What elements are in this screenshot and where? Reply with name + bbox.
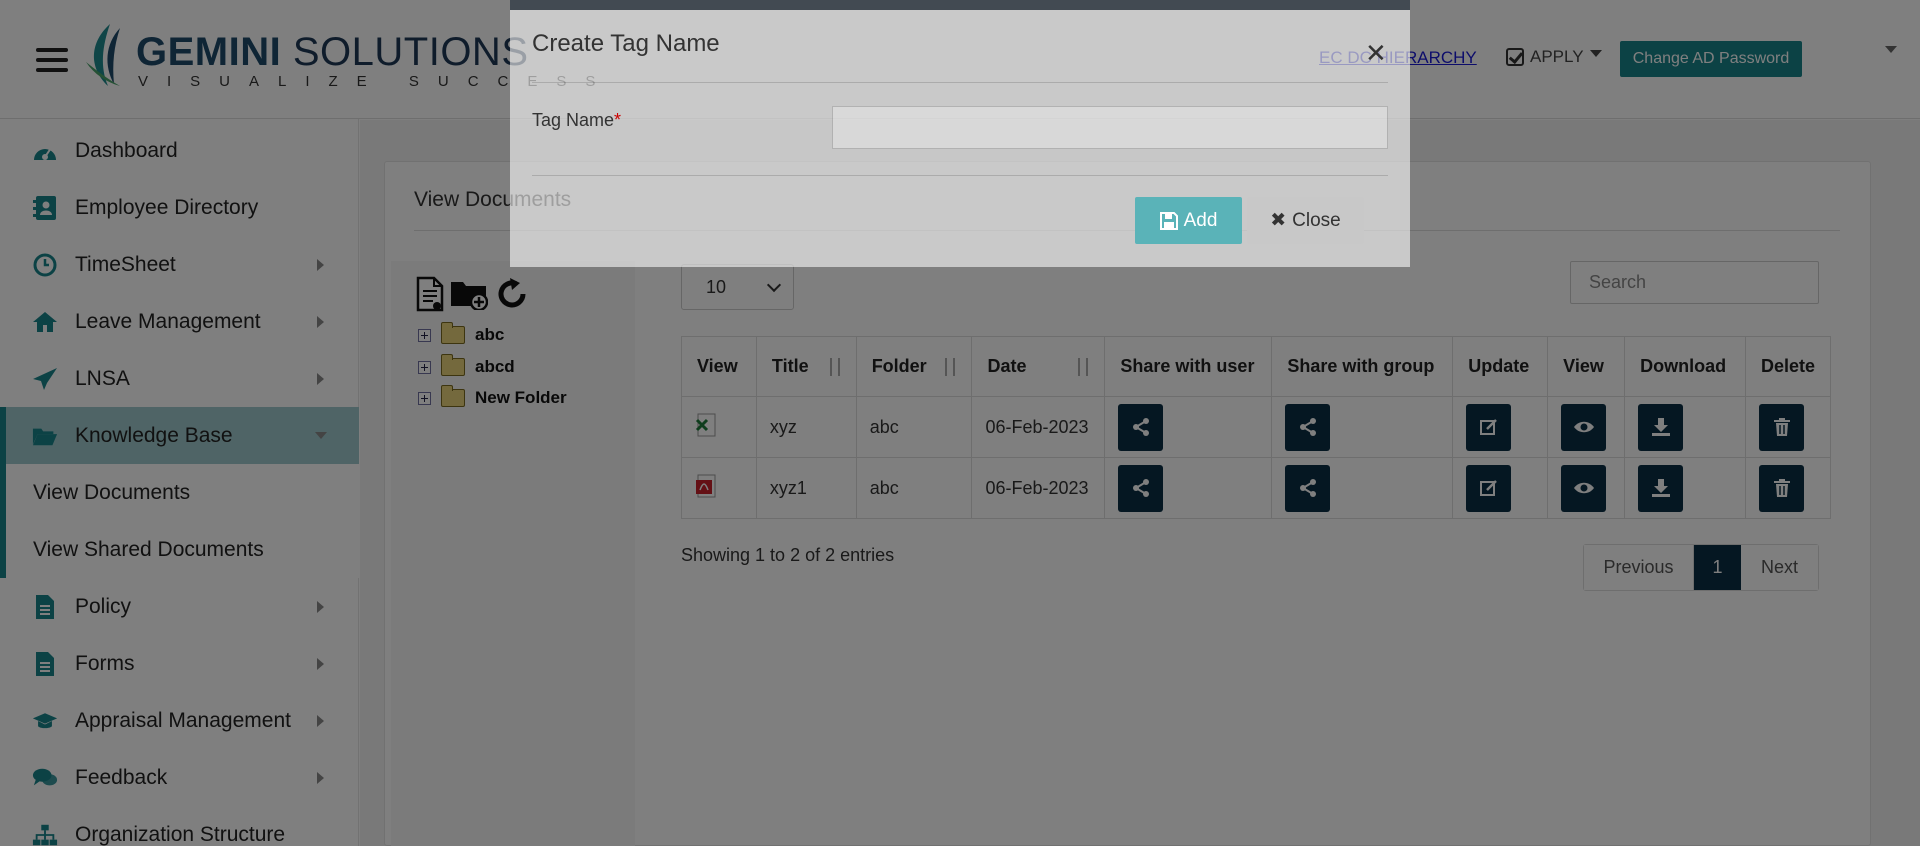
modal-body-divider [532,175,1388,176]
save-icon [1159,211,1178,230]
modal-header-divider [532,82,1388,83]
modal-title: Create Tag Name [532,30,720,57]
add-label: Add [1183,209,1218,231]
close-x-icon: ✖ [1270,210,1287,231]
required-asterisk: * [614,110,622,130]
add-tag-button[interactable]: Add [1135,197,1242,244]
close-label: Close [1292,209,1341,231]
close-modal-button[interactable]: ✖ Close [1247,197,1364,244]
close-icon[interactable]: ✕ [1365,38,1387,69]
tag-name-input[interactable] [832,106,1388,149]
tag-name-label: Tag Name* [532,110,622,130]
create-tag-modal: Create Tag Name ✕ Tag Name* Add ✖ Close [510,0,1410,267]
